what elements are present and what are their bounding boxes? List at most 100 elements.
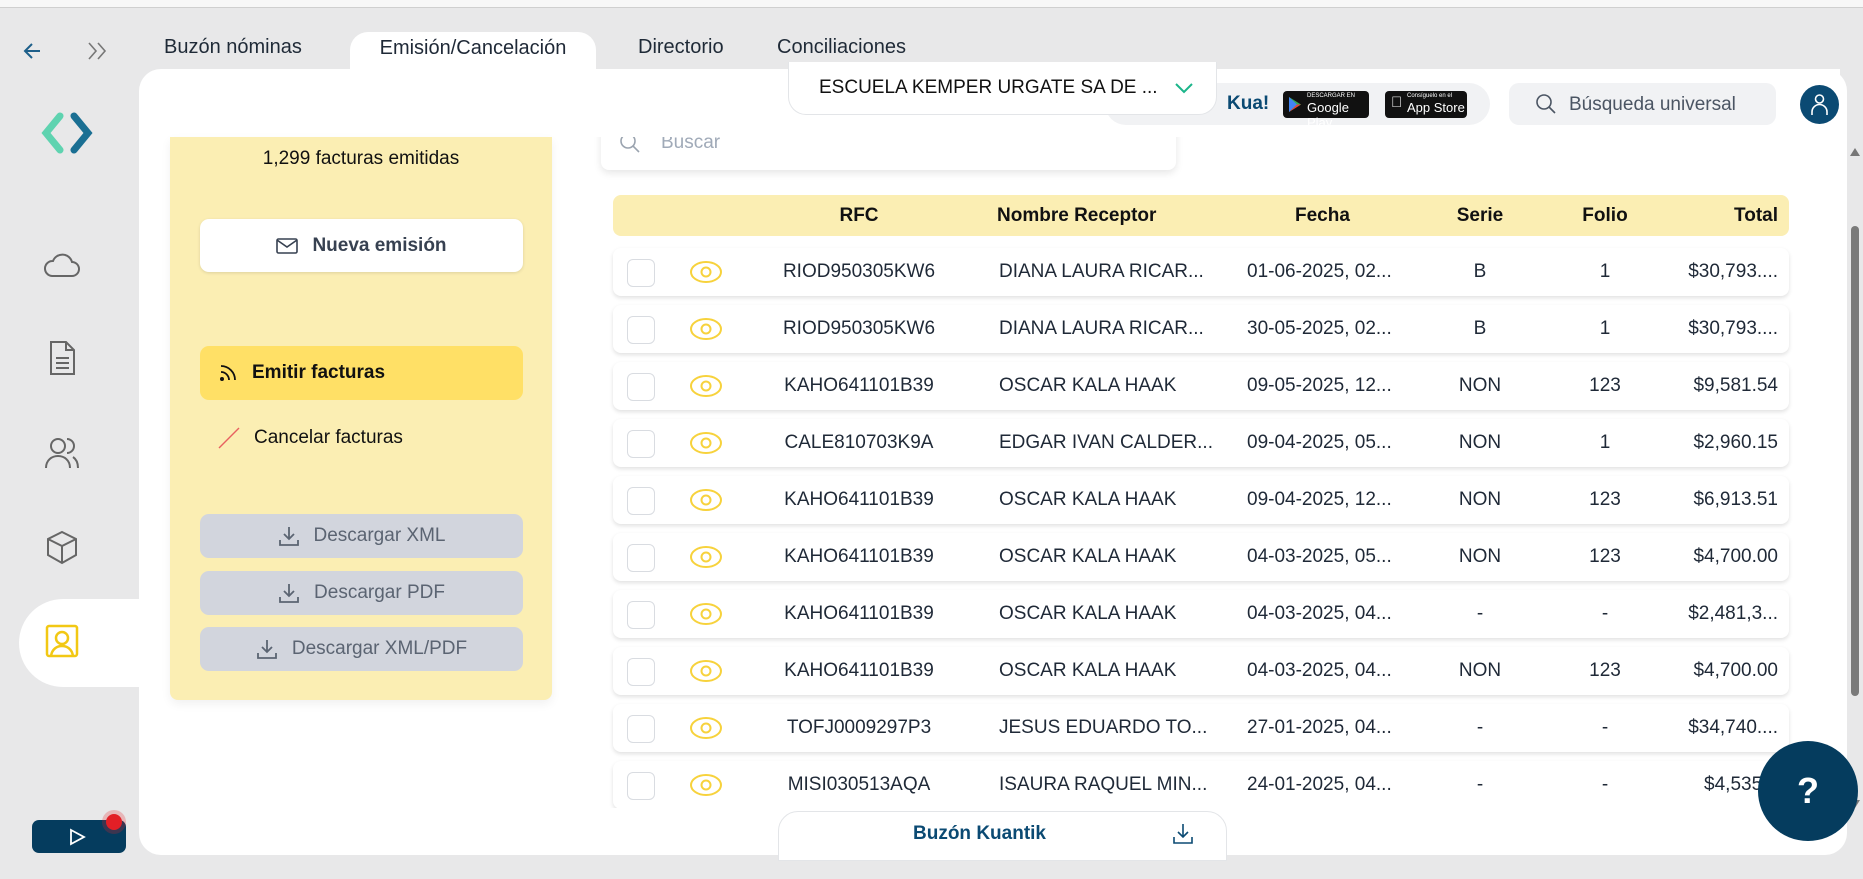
google-play-icon: [1289, 97, 1301, 112]
company-select[interactable]: ESCUELA KEMPER URGATE SA DE ...: [788, 62, 1217, 115]
double-chevron-right-icon[interactable]: [86, 41, 110, 61]
cell-name: OSCAR KALA HAAK: [999, 489, 1177, 510]
cell-date: 01-06-2025, 02...: [1247, 261, 1392, 282]
contact-icon[interactable]: [42, 621, 82, 661]
cell-rfc: RIOD950305KW6: [782, 261, 936, 282]
header-name[interactable]: Nombre Receptor: [997, 195, 1156, 236]
table-row[interactable]: KAHO641101B39 OSCAR KALA HAAK 04-03-2025…: [613, 590, 1789, 638]
users-icon[interactable]: [42, 433, 82, 473]
table-row[interactable]: CALE810703K9A EDGAR IVAN CALDER... 09-04…: [613, 419, 1789, 467]
eye-icon[interactable]: [689, 545, 723, 569]
box-icon[interactable]: [42, 528, 82, 568]
header-rfc[interactable]: RFC: [769, 195, 949, 236]
buzon-kuantik-tab[interactable]: Buzón Kuantik: [778, 811, 1227, 861]
emit-invoices-button[interactable]: Emitir facturas: [200, 346, 523, 400]
eye-icon[interactable]: [689, 431, 723, 455]
apple-icon: : [1391, 94, 1402, 111]
cell-date: 09-04-2025, 05...: [1247, 432, 1392, 453]
scroll-up-arrow[interactable]: [1850, 148, 1860, 156]
invoice-count: 1,299 facturas emitidas: [262, 148, 460, 169]
cell-date: 04-03-2025, 05...: [1247, 546, 1392, 567]
eye-icon[interactable]: [689, 602, 723, 626]
cell-name: DIANA LAURA RICAR...: [999, 261, 1204, 282]
new-emission-label: Nueva emisión: [312, 234, 447, 256]
cell-name: OSCAR KALA HAAK: [999, 546, 1177, 567]
cloud-icon[interactable]: [42, 246, 82, 286]
document-icon[interactable]: [42, 338, 82, 378]
eye-icon[interactable]: [689, 260, 723, 284]
row-checkbox[interactable]: [627, 772, 655, 800]
table-row[interactable]: KAHO641101B39 OSCAR KALA HAAK 04-03-2025…: [613, 533, 1789, 581]
cell-name: EDGAR IVAN CALDER...: [999, 432, 1213, 453]
google-play-badge[interactable]: DESCARGAR EN Google Play: [1283, 91, 1369, 130]
cell-serie: NON: [1458, 432, 1502, 453]
table-row[interactable]: TOFJ0009297P3 JESUS EDUARDO TO... 27-01-…: [613, 704, 1789, 752]
tab-buzon-nominas[interactable]: Buzón nóminas: [164, 36, 302, 59]
table-row[interactable]: KAHO641101B39 OSCAR KALA HAAK 09-05-2025…: [613, 362, 1789, 410]
cell-date: 09-05-2025, 12...: [1247, 375, 1392, 396]
avatar[interactable]: [1800, 85, 1839, 124]
universal-search-input[interactable]: Búsqueda universal: [1509, 83, 1776, 125]
cell-folio: 1: [1599, 432, 1611, 453]
arrow-left-icon[interactable]: [22, 40, 44, 62]
eye-icon[interactable]: [689, 374, 723, 398]
google-play-label: Google Play: [1307, 100, 1349, 130]
new-emission-button[interactable]: Nueva emisión: [200, 219, 523, 272]
header-date[interactable]: Fecha: [1295, 195, 1350, 236]
app-store-badge[interactable]:  Consíguelo en el App Store: [1385, 91, 1467, 118]
cell-folio: -: [1601, 717, 1609, 738]
row-checkbox[interactable]: [627, 715, 655, 743]
notification-dot: [106, 814, 122, 830]
cell-folio: 123: [1589, 660, 1621, 681]
download-icon[interactable]: [1171, 822, 1195, 846]
tab-emision-cancelacion[interactable]: Emisión/Cancelación: [350, 32, 596, 74]
help-button[interactable]: ?: [1758, 741, 1858, 841]
tab-directorio[interactable]: Directorio: [638, 36, 724, 59]
header-serie[interactable]: Serie: [1440, 195, 1520, 236]
cancel-invoices-button[interactable]: Cancelar facturas: [200, 416, 523, 460]
eye-icon[interactable]: [689, 773, 723, 797]
cell-total: $4,700.00: [1693, 546, 1778, 567]
table-body: RIOD950305KW6 DIANA LAURA RICAR... 01-06…: [600, 240, 1800, 808]
row-checkbox[interactable]: [627, 373, 655, 401]
row-checkbox[interactable]: [627, 259, 655, 287]
download-xml-button[interactable]: Descargar XML: [200, 514, 523, 558]
download-xml-pdf-label: Descargar XML/PDF: [291, 638, 468, 659]
row-checkbox[interactable]: [627, 487, 655, 515]
slash-icon: [218, 427, 240, 449]
scrollbar-thumb[interactable]: [1851, 226, 1859, 696]
cell-name: OSCAR KALA HAAK: [999, 375, 1177, 396]
cell-serie: -: [1476, 603, 1484, 624]
row-checkbox[interactable]: [627, 316, 655, 344]
download-pdf-button[interactable]: Descargar PDF: [200, 571, 523, 615]
eye-icon[interactable]: [689, 488, 723, 512]
cell-rfc: KAHO641101B39: [784, 546, 934, 567]
cell-rfc: RIOD950305KW6: [782, 318, 936, 339]
row-checkbox[interactable]: [627, 658, 655, 686]
cell-folio: -: [1601, 603, 1609, 624]
table-row[interactable]: RIOD950305KW6 DIANA LAURA RICAR... 30-05…: [613, 305, 1789, 353]
table-header: RFC Nombre Receptor Fecha Serie Folio To…: [613, 195, 1789, 236]
row-checkbox[interactable]: [627, 544, 655, 572]
row-checkbox[interactable]: [627, 601, 655, 629]
table-row[interactable]: RIOD950305KW6 DIANA LAURA RICAR... 01-06…: [613, 248, 1789, 296]
play-icon: [70, 828, 86, 846]
header-folio[interactable]: Folio: [1565, 195, 1645, 236]
row-checkbox[interactable]: [627, 430, 655, 458]
scrollbar[interactable]: [1850, 148, 1860, 808]
rss-icon: [220, 365, 236, 381]
table-row[interactable]: MISI030513AQA ISAURA RAQUEL MIN... 24-01…: [613, 761, 1789, 808]
eye-icon[interactable]: [689, 716, 723, 740]
play-button[interactable]: [32, 814, 126, 853]
tab-conciliaciones[interactable]: Conciliaciones: [777, 36, 906, 59]
eye-icon[interactable]: [689, 659, 723, 683]
download-xml-pdf-button[interactable]: Descargar XML/PDF: [200, 627, 523, 671]
eye-icon[interactable]: [689, 317, 723, 341]
header-total[interactable]: Total: [1734, 195, 1778, 236]
cell-total: $9,581.54: [1693, 375, 1778, 396]
table-row[interactable]: KAHO641101B39 OSCAR KALA HAAK 04-03-2025…: [613, 647, 1789, 695]
cell-rfc: KAHO641101B39: [784, 375, 934, 396]
cell-serie: NON: [1458, 489, 1502, 510]
table-row[interactable]: KAHO641101B39 OSCAR KALA HAAK 09-04-2025…: [613, 476, 1789, 524]
cell-date: 04-03-2025, 04...: [1247, 660, 1392, 681]
